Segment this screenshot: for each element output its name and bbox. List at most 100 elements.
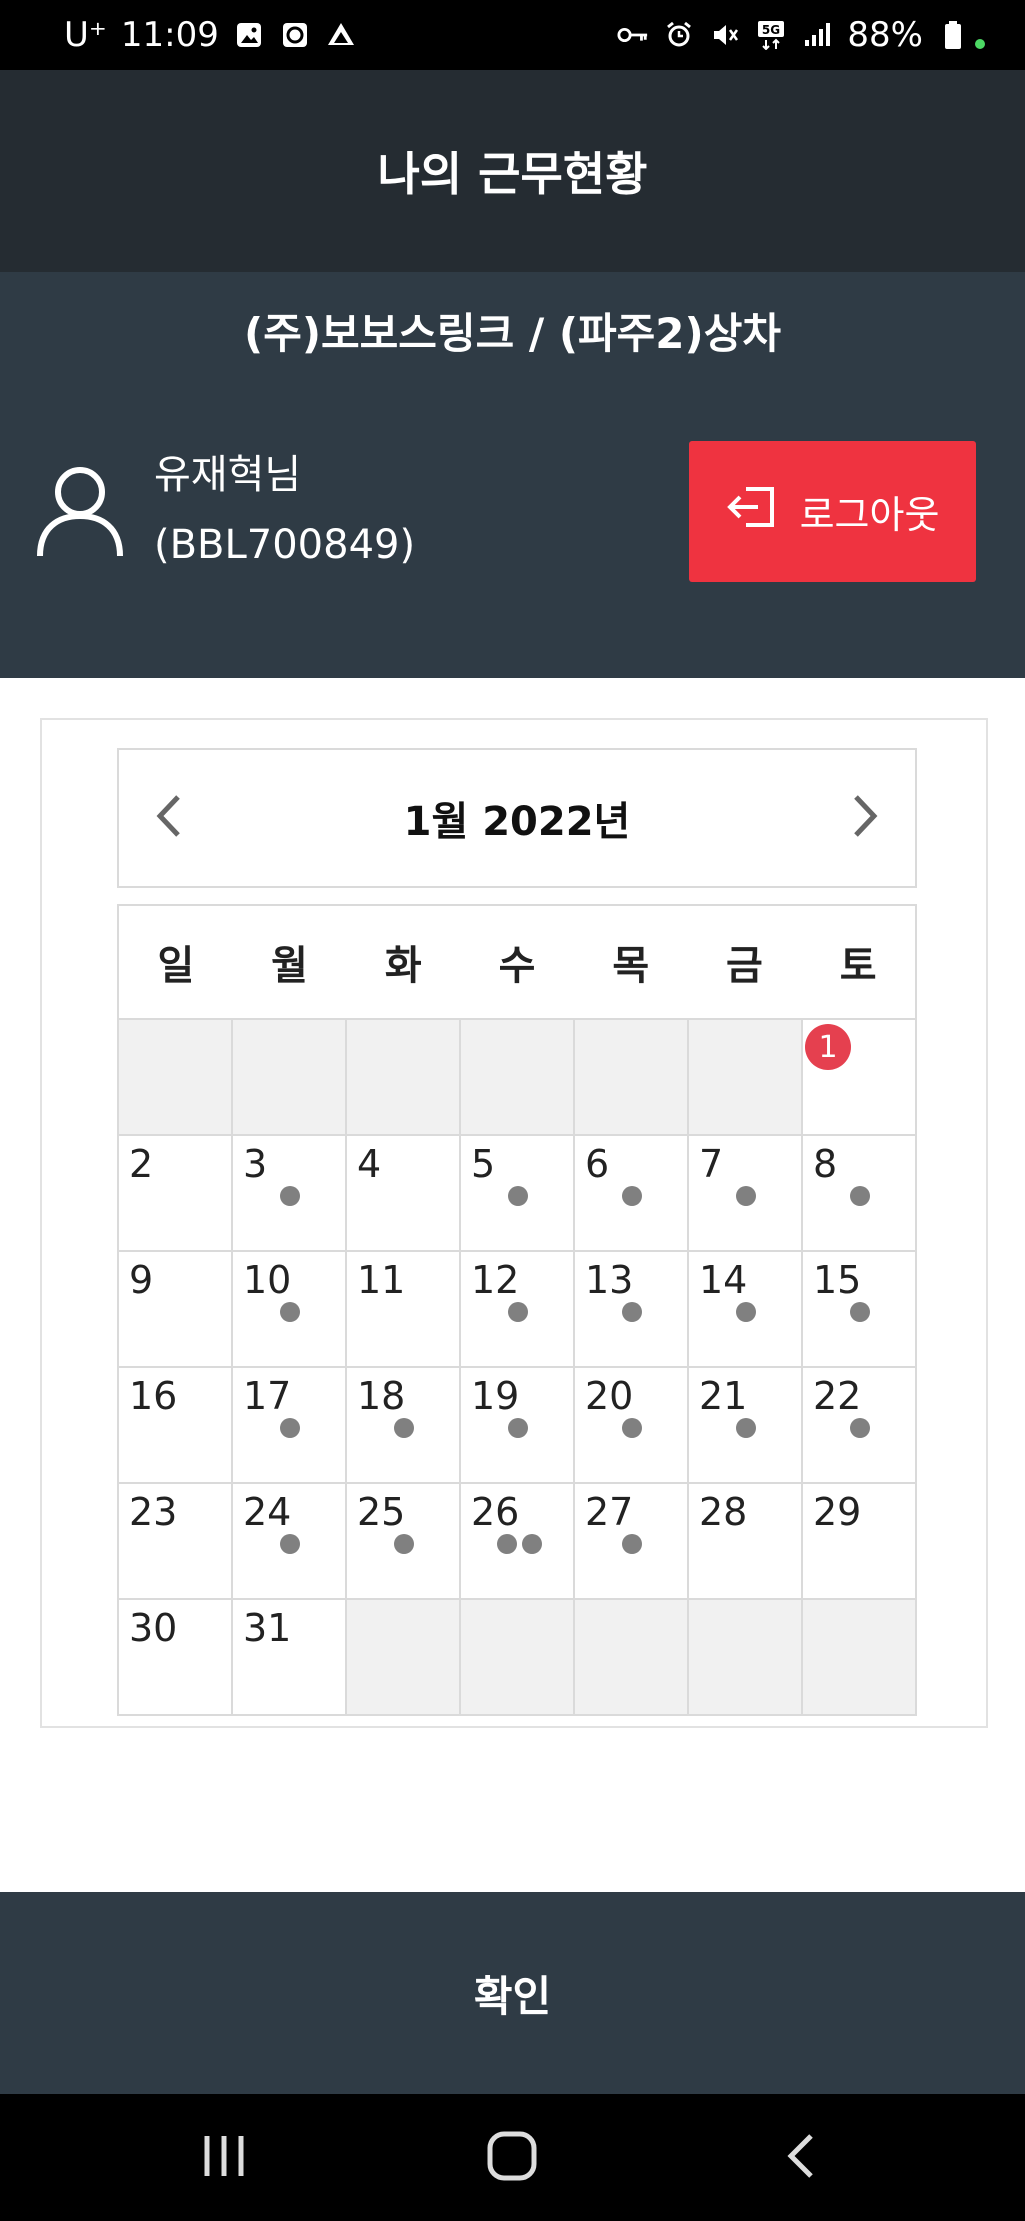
day-number: 18 <box>357 1374 406 1418</box>
calendar-day-cell[interactable]: 13 <box>575 1252 689 1366</box>
back-button[interactable] <box>741 2118 861 2198</box>
system-nav-bar <box>0 2094 1025 2221</box>
calendar-day-cell[interactable]: 20 <box>575 1368 689 1482</box>
attendance-dots <box>394 1534 414 1554</box>
prev-month-button[interactable] <box>119 750 219 886</box>
chevron-left-icon <box>154 793 184 843</box>
calendar-day-cell[interactable]: 15 <box>803 1252 915 1366</box>
calendar-day-cell[interactable]: 12 <box>461 1252 575 1366</box>
day-number: 6 <box>585 1142 610 1186</box>
calendar-day-cell[interactable]: 11 <box>347 1252 461 1366</box>
calendar-day-cell[interactable]: 23 <box>119 1484 233 1598</box>
calendar-day-cell[interactable]: 31 <box>233 1600 347 1714</box>
calendar-day-cell[interactable]: 19 <box>461 1368 575 1482</box>
home-icon <box>486 2130 538 2186</box>
svg-text:5G: 5G <box>762 23 780 37</box>
time-label: 11:09 <box>120 15 219 55</box>
attendance-dots <box>622 1186 642 1206</box>
calendar-empty-cell <box>575 1600 689 1714</box>
home-button[interactable] <box>452 2118 572 2198</box>
attendance-dot <box>497 1534 517 1554</box>
day-number: 24 <box>243 1490 292 1534</box>
day-number: 4 <box>357 1142 382 1186</box>
attendance-dot <box>394 1418 414 1438</box>
user-name: 유재혁님 <box>154 452 302 498</box>
calendar-day-cell[interactable]: 22 <box>803 1368 915 1482</box>
calendar-day-cell[interactable]: 8 <box>803 1136 915 1250</box>
calendar-day-cell[interactable]: 18 <box>347 1368 461 1482</box>
day-number: 16 <box>129 1374 178 1418</box>
5g-icon: 5G <box>755 19 787 51</box>
calendar-day-cell[interactable]: 6 <box>575 1136 689 1250</box>
calendar-week-row: 23 24 25 26 27 28 29 <box>119 1484 915 1600</box>
calendar-day-cell[interactable]: 27 <box>575 1484 689 1598</box>
confirm-label: 확인 <box>473 1971 552 2021</box>
calendar-day-cell[interactable]: 3 <box>233 1136 347 1250</box>
calendar-grid: 일 월 화 수 목 금 토 1 2 3 4 5 6 7 8 9 10 11 12 13 14 15 16 17 1… <box>117 904 917 1716</box>
day-number: 20 <box>585 1374 634 1418</box>
attendance-dots <box>497 1534 542 1554</box>
attendance-dots <box>622 1302 642 1322</box>
day-number: 31 <box>243 1606 292 1650</box>
logout-button[interactable]: 로그아웃 <box>689 441 976 582</box>
weekday-fri: 금 <box>726 943 763 989</box>
carrier-label: U⁺ <box>64 15 107 55</box>
attendance-dot <box>522 1534 542 1554</box>
calendar-day-cell[interactable]: 16 <box>119 1368 233 1482</box>
calendar-day-cell[interactable]: 9 <box>119 1252 233 1366</box>
attendance-dot <box>280 1302 300 1322</box>
calendar-day-cell[interactable]: 25 <box>347 1484 461 1598</box>
calendar-empty-cell <box>461 1600 575 1714</box>
alarm-icon <box>663 19 695 51</box>
month-label: 1월 2022년 <box>403 799 631 845</box>
calendar-day-cell[interactable]: 26 <box>461 1484 575 1598</box>
weekday-tue: 화 <box>384 943 422 989</box>
day-number: 15 <box>813 1258 862 1302</box>
day-number: 2 <box>129 1142 154 1186</box>
attendance-dot <box>850 1302 870 1322</box>
attendance-dots <box>508 1418 528 1438</box>
next-month-button[interactable] <box>815 750 915 886</box>
calendar-day-cell[interactable]: 24 <box>233 1484 347 1598</box>
calendar-day-cell[interactable]: 29 <box>803 1484 915 1598</box>
attendance-dots <box>736 1418 756 1438</box>
attendance-dots <box>280 1186 300 1206</box>
calendar-day-cell[interactable]: 30 <box>119 1600 233 1714</box>
attendance-dots <box>280 1302 300 1322</box>
mute-icon <box>709 19 741 51</box>
clock-app-icon <box>279 19 311 51</box>
day-badge: 1 <box>805 1024 851 1070</box>
day-number: 13 <box>585 1258 634 1302</box>
attendance-dot <box>622 1534 642 1554</box>
attendance-dots <box>280 1534 300 1554</box>
logout-icon <box>726 485 778 538</box>
attendance-dot <box>280 1534 300 1554</box>
calendar-day-cell[interactable]: 4 <box>347 1136 461 1250</box>
day-number: 9 <box>129 1258 154 1302</box>
day-number: 10 <box>243 1258 292 1302</box>
calendar-day-cell[interactable]: 7 <box>689 1136 803 1250</box>
calendar-day-cell[interactable]: 28 <box>689 1484 803 1598</box>
weekday-wed: 수 <box>498 943 536 989</box>
weekday-mon: 월 <box>271 943 308 989</box>
recent-apps-button[interactable] <box>164 2118 284 2198</box>
calendar-empty-cell <box>347 1600 461 1714</box>
attendance-dot <box>850 1418 870 1438</box>
key-icon <box>617 19 649 51</box>
calendar-week-row: 16 17 18 19 20 21 22 <box>119 1368 915 1484</box>
calendar-day-cell[interactable]: 17 <box>233 1368 347 1482</box>
confirm-button[interactable]: 확인 <box>0 1892 1025 2094</box>
calendar-day-cell[interactable]: 10 <box>233 1252 347 1366</box>
calendar-empty-cell <box>233 1020 347 1134</box>
attendance-dot <box>622 1418 642 1438</box>
calendar-day-cell[interactable]: 14 <box>689 1252 803 1366</box>
weekday-sun: 일 <box>157 943 195 989</box>
calendar-day-cell[interactable]: 1 <box>803 1020 915 1134</box>
recent-apps-icon <box>199 2134 249 2182</box>
attendance-dot <box>508 1418 528 1438</box>
day-number: 25 <box>357 1490 406 1534</box>
calendar-empty-cell <box>575 1020 689 1134</box>
calendar-day-cell[interactable]: 21 <box>689 1368 803 1482</box>
calendar-day-cell[interactable]: 5 <box>461 1136 575 1250</box>
calendar-day-cell[interactable]: 2 <box>119 1136 233 1250</box>
